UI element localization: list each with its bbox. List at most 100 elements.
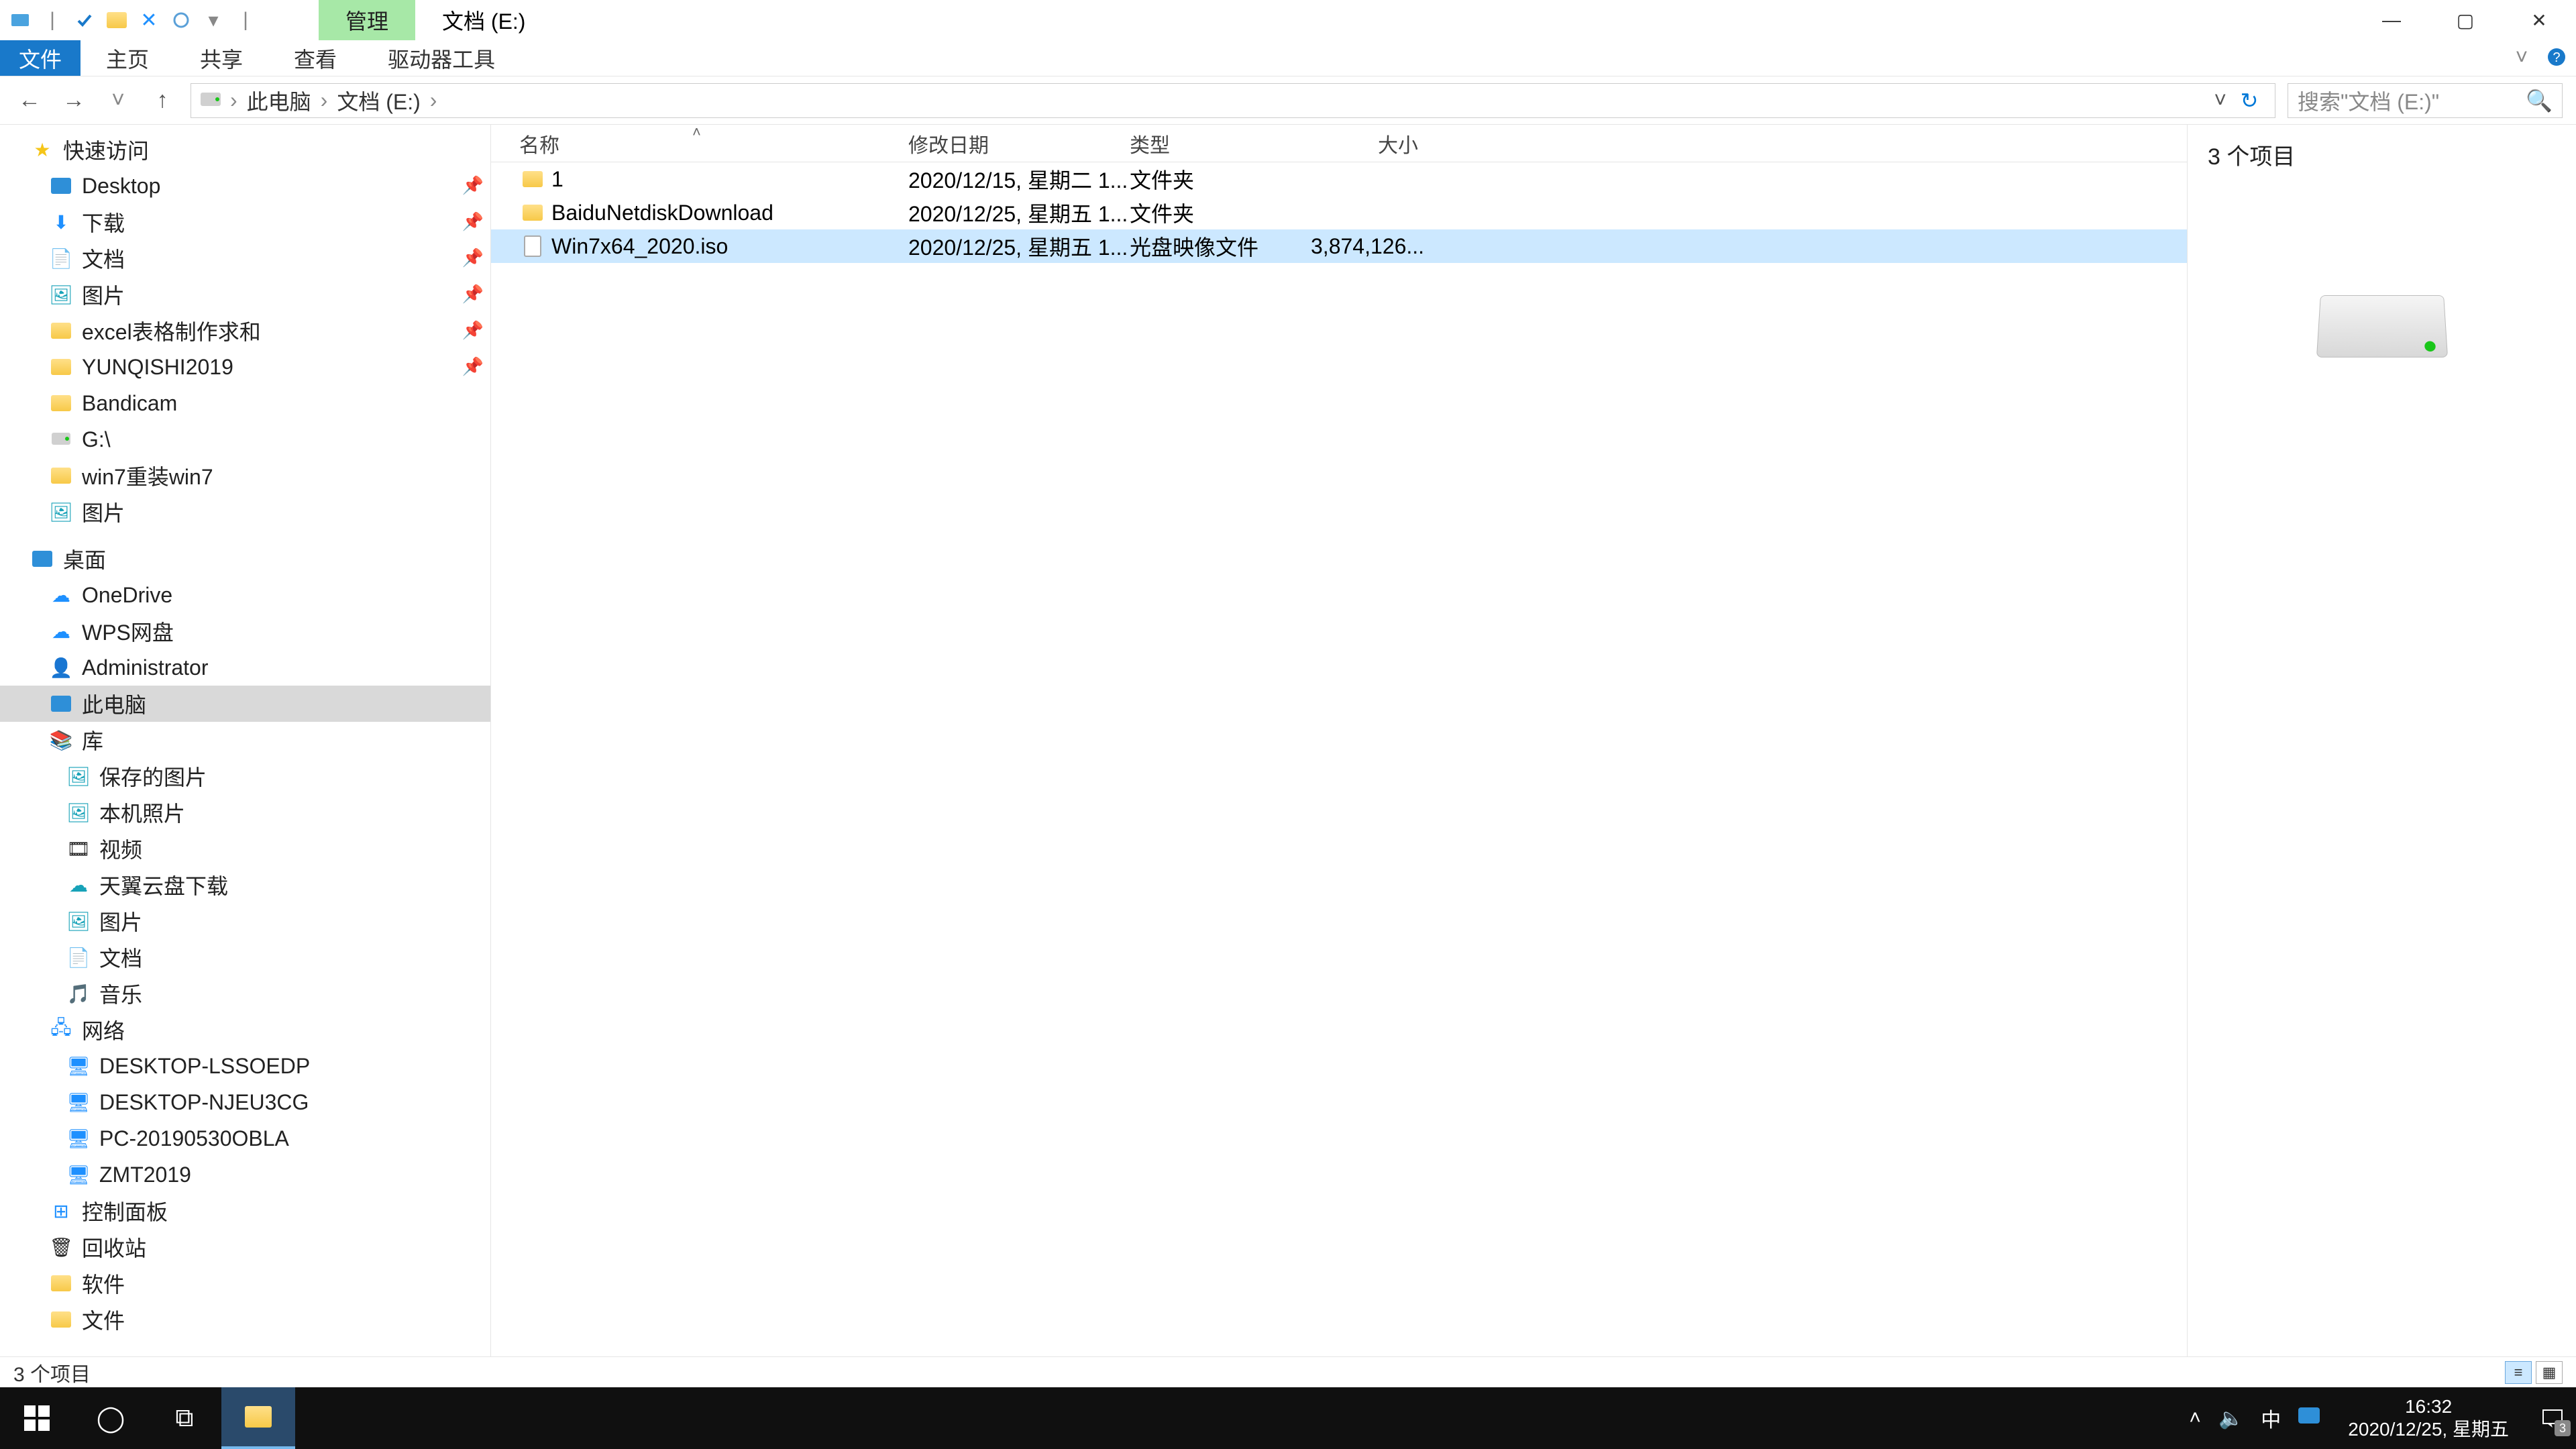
breadcrumb-sep[interactable]: ›	[430, 88, 437, 113]
window-controls: — ▢ ✕	[2355, 0, 2576, 40]
taskbar-clock[interactable]: 16:32 2020/12/25, 星期五	[2337, 1395, 2520, 1440]
picture-icon: 🖼	[67, 801, 90, 824]
ribbon-tab-home[interactable]: 主页	[80, 40, 174, 76]
tree-control-panel[interactable]: ⊞ 控制面板	[0, 1193, 490, 1229]
close-button[interactable]: ✕	[2502, 0, 2576, 40]
search-icon[interactable]: 🔍	[2526, 88, 2553, 113]
address-bar[interactable]: › 此电脑 › 文档 (E:) › ˅ ↻	[191, 83, 2275, 118]
ime-indicator[interactable]: 中	[2261, 1403, 2281, 1433]
tree-label: PC-20190530OBLA	[99, 1126, 289, 1151]
desktop-icon	[50, 174, 72, 197]
search-box[interactable]: 搜索"文档 (E:)" 🔍	[2288, 83, 2563, 118]
breadcrumb-sep[interactable]: ›	[230, 88, 237, 113]
tree-qa-item[interactable]: Bandicam	[0, 385, 490, 421]
tree-network-item[interactable]: 🖥 DESKTOP-LSSOEDP	[0, 1048, 490, 1084]
video-icon: 🎞	[67, 837, 90, 860]
details-view-button[interactable]: ≡	[2505, 1361, 2532, 1384]
help-icon[interactable]: ?	[2545, 46, 2568, 68]
svg-text:?: ?	[2553, 50, 2560, 65]
qat-check-icon[interactable]	[71, 7, 98, 34]
tree-label: 保存的图片	[99, 761, 207, 792]
explorer-taskbar-button[interactable]	[221, 1387, 295, 1449]
folder-icon	[50, 1272, 72, 1295]
back-button[interactable]: ←	[13, 85, 46, 117]
column-type[interactable]: 类型	[1130, 129, 1311, 158]
tree-desktop-item[interactable]: 👤 Administrator	[0, 649, 490, 686]
picture-icon: 🖼	[67, 765, 90, 788]
ribbon-tab-share[interactable]: 共享	[174, 40, 268, 76]
tree-library-item[interactable]: 🎞 视频	[0, 830, 490, 867]
tree-desktop-item[interactable]: 此电脑	[0, 686, 490, 722]
tree-desktop[interactable]: 桌面	[0, 541, 490, 577]
tree-library-item[interactable]: ☁ 天翼云盘下载	[0, 867, 490, 903]
tree-quick-access[interactable]: 快速访问	[0, 131, 490, 168]
tree-qa-item[interactable]: excel表格制作求和 📌	[0, 313, 490, 349]
tree-software[interactable]: 软件	[0, 1265, 490, 1301]
app-icon[interactable]	[7, 7, 34, 34]
tree-library-item[interactable]: 🖼 图片	[0, 903, 490, 939]
tree-network[interactable]: 🖧 网络	[0, 1012, 490, 1048]
tree-network-item[interactable]: 🖥 ZMT2019	[0, 1157, 490, 1193]
address-dropdown-icon[interactable]: ˅	[2214, 88, 2226, 113]
start-button[interactable]	[0, 1387, 74, 1449]
search-button[interactable]: ◯	[74, 1387, 148, 1449]
breadcrumb-current[interactable]: 文档 (E:)	[337, 85, 420, 116]
column-date[interactable]: 修改日期	[908, 129, 1130, 158]
context-tab-manage[interactable]: 管理	[319, 0, 415, 40]
volume-icon[interactable]: 🔈	[2218, 1407, 2243, 1430]
tree-qa-item[interactable]: win7重装win7	[0, 458, 490, 494]
tree-qa-item[interactable]: 🖼 图片	[0, 494, 490, 530]
forward-button[interactable]: →	[58, 85, 90, 117]
tree-desktop-item[interactable]: 📚 库	[0, 722, 490, 758]
refresh-icon[interactable]: ↻	[2233, 88, 2265, 113]
ribbon-tab-drive-tools[interactable]: 驱动器工具	[362, 40, 521, 76]
maximize-button[interactable]: ▢	[2428, 0, 2502, 40]
tree-qa-item[interactable]: Desktop 📌	[0, 168, 490, 204]
tree-library-item[interactable]: 📄 文档	[0, 939, 490, 975]
file-row[interactable]: 1 2020/12/15, 星期二 1... 文件夹	[491, 162, 2187, 196]
minimize-button[interactable]: —	[2355, 0, 2428, 40]
tree-qa-item[interactable]: ⬇ 下载 📌	[0, 204, 490, 240]
tree-label: 快速访问	[63, 134, 149, 165]
tray-overflow-icon[interactable]: ˄	[2189, 1407, 2201, 1430]
tray-app-icon[interactable]	[2298, 1405, 2320, 1432]
ribbon-expand-icon[interactable]: ˅	[2510, 46, 2533, 68]
tree-label: win7重装win7	[82, 460, 213, 491]
tree-network-item[interactable]: 🖥 DESKTOP-NJEU3CG	[0, 1084, 490, 1120]
tree-label: OneDrive	[82, 583, 172, 608]
task-view-button[interactable]: ⧉	[148, 1387, 221, 1449]
column-size[interactable]: 大小	[1311, 129, 1418, 158]
file-row[interactable]: BaiduNetdiskDownload 2020/12/25, 星期五 1..…	[491, 196, 2187, 229]
tree-library-item[interactable]: 🖼 本机照片	[0, 794, 490, 830]
navigation-tree[interactable]: 快速访问 Desktop 📌 ⬇ 下载 📌 📄 文档 📌 🖼 图片 📌 exce…	[0, 125, 491, 1356]
tree-recycle-bin[interactable]: 🗑 回收站	[0, 1229, 490, 1265]
ribbon-file-tab[interactable]: 文件	[0, 40, 80, 76]
recent-dropdown-icon[interactable]: ˅	[102, 85, 134, 117]
tree-label: DESKTOP-NJEU3CG	[99, 1090, 309, 1115]
tree-label: 文档	[99, 942, 142, 973]
tree-qa-item[interactable]: 🖼 图片 📌	[0, 276, 490, 313]
action-center-button[interactable]: 3	[2537, 1403, 2568, 1434]
column-name[interactable]: 名称	[519, 129, 908, 158]
tree-library-item[interactable]: 🖼 保存的图片	[0, 758, 490, 794]
qat-properties-icon[interactable]	[168, 7, 195, 34]
up-button[interactable]: ↑	[146, 85, 178, 117]
icons-view-button[interactable]: ▦	[2536, 1361, 2563, 1384]
qat-dropdown-icon[interactable]: ▾	[200, 7, 227, 34]
tree-files[interactable]: 文件	[0, 1301, 490, 1338]
library-icon: 📚	[50, 729, 72, 751]
file-row[interactable]: Win7x64_2020.iso 2020/12/25, 星期五 1... 光盘…	[491, 229, 2187, 263]
folder-icon	[519, 171, 546, 187]
breadcrumb-this-pc[interactable]: 此电脑	[247, 85, 311, 116]
breadcrumb-sep[interactable]: ›	[321, 88, 328, 113]
tree-desktop-item[interactable]: ☁ WPS网盘	[0, 613, 490, 649]
tree-library-item[interactable]: 🎵 音乐	[0, 975, 490, 1012]
tree-desktop-item[interactable]: ☁ OneDrive	[0, 577, 490, 613]
ribbon-tab-view[interactable]: 查看	[268, 40, 362, 76]
tree-qa-item[interactable]: 📄 文档 📌	[0, 240, 490, 276]
qat-folder-icon[interactable]	[103, 7, 130, 34]
tree-qa-item[interactable]: G:\	[0, 421, 490, 458]
qat-delete-icon[interactable]: ✕	[136, 7, 162, 34]
tree-qa-item[interactable]: YUNQISHI2019 📌	[0, 349, 490, 385]
tree-network-item[interactable]: 🖥 PC-20190530OBLA	[0, 1120, 490, 1157]
